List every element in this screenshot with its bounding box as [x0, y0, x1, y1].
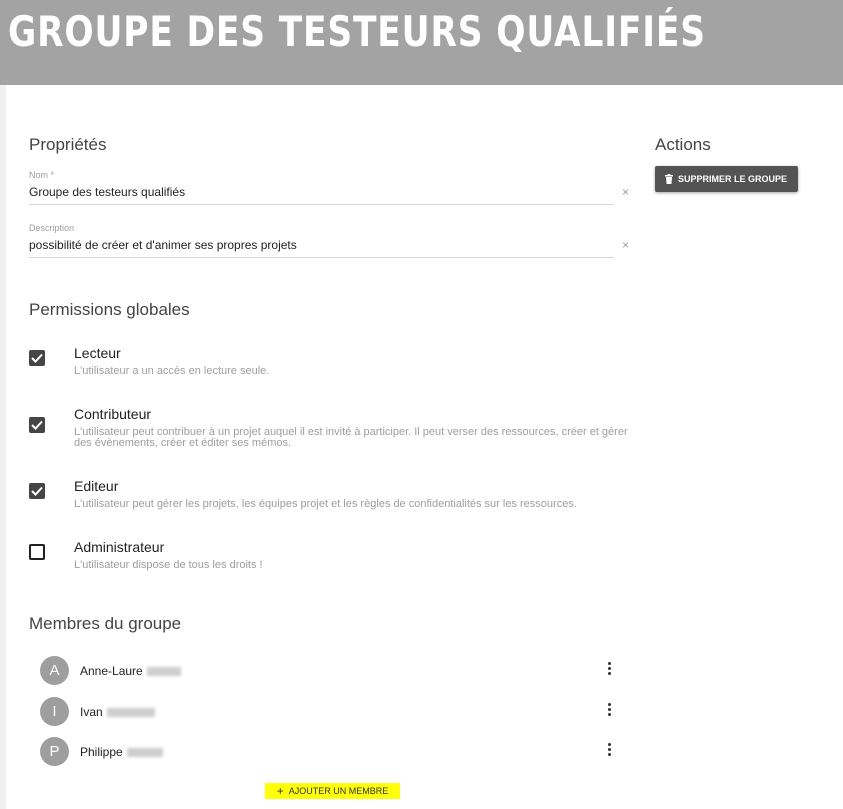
- member-name: Anne-Laure: [80, 664, 181, 678]
- checkbox-editeur[interactable]: [29, 483, 45, 499]
- name-field-label: Nom *: [29, 170, 55, 180]
- trash-icon: [665, 174, 673, 184]
- member-row[interactable]: P Philippe: [40, 737, 620, 767]
- member-row[interactable]: I Ivan: [40, 697, 620, 727]
- avatar: P: [40, 737, 69, 766]
- left-divider: [0, 85, 6, 809]
- checkbox-lecteur[interactable]: [29, 350, 45, 366]
- permissions-title: Permissions globales: [29, 300, 190, 319]
- delete-group-button[interactable]: SUPPRIMER LE GROUPE: [655, 166, 798, 192]
- permission-description: L'utilisateur peut contribuer à un proje…: [74, 426, 628, 449]
- actions-title: Actions: [655, 135, 711, 154]
- checkbox-administrateur[interactable]: [29, 544, 45, 560]
- description-input[interactable]: possibilité de créer et d'animer ses pro…: [29, 235, 614, 258]
- clear-description-icon[interactable]: ×: [622, 238, 629, 252]
- more-vertical-icon[interactable]: [606, 743, 612, 759]
- description-field[interactable]: Description possibilité de créer et d'an…: [29, 223, 614, 258]
- check-icon: [31, 353, 43, 363]
- permission-description: L'utilisateur dispose de tous les droits…: [74, 559, 263, 571]
- name-input[interactable]: Groupe des testeurs qualifiés: [29, 182, 614, 205]
- redacted-surname: [126, 748, 163, 758]
- name-field[interactable]: Nom * Groupe des testeurs qualifiés: [29, 170, 614, 205]
- members-title: Membres du groupe: [29, 614, 182, 633]
- permission-description: L'utilisateur peut gérer les projets, le…: [74, 498, 577, 510]
- redacted-surname: [146, 667, 181, 677]
- clear-name-icon[interactable]: ×: [622, 185, 629, 199]
- add-member-label: AJOUTER UN MEMBRE: [288, 786, 389, 796]
- permission-title: Lecteur: [74, 345, 121, 361]
- check-icon: [31, 486, 43, 496]
- permission-title: Administrateur: [74, 539, 165, 555]
- permission-title: Editeur: [74, 478, 119, 494]
- member-row[interactable]: A Anne-Laure: [40, 656, 620, 686]
- redacted-surname: [106, 708, 155, 718]
- permission-title: Contributeur: [74, 406, 152, 422]
- add-member-button[interactable]: + AJOUTER UN MEMBRE: [265, 783, 400, 799]
- checkbox-contributeur[interactable]: [29, 417, 45, 433]
- page-title: GROUPE DES TESTEURS QUALIFIÉS: [8, 7, 706, 56]
- check-icon: [31, 420, 43, 430]
- description-field-label: Description: [29, 223, 75, 233]
- page-header: GROUPE DES TESTEURS QUALIFIÉS: [0, 0, 843, 85]
- more-vertical-icon[interactable]: [606, 662, 612, 678]
- member-name: Philippe: [80, 745, 163, 759]
- properties-title: Propriétés: [29, 135, 107, 154]
- avatar: A: [40, 656, 69, 685]
- delete-group-label: SUPPRIMER LE GROUPE: [678, 174, 788, 184]
- plus-icon: +: [276, 784, 284, 798]
- avatar: I: [40, 697, 69, 726]
- member-name: Ivan: [80, 705, 155, 719]
- permission-description: L'utilisateur a un accès en lecture seul…: [74, 365, 270, 377]
- more-vertical-icon[interactable]: [606, 703, 612, 719]
